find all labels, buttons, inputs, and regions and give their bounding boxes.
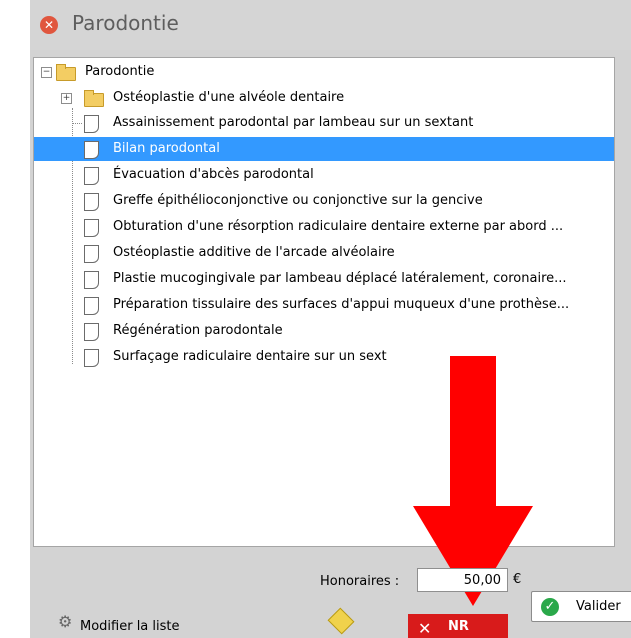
title-bar: ✕ Parodontie	[30, 0, 631, 50]
nr-button[interactable]: ✕ NR	[408, 614, 508, 638]
tree-branch-line	[72, 123, 82, 124]
tree-item-label: Plastie mucogingivale par lambeau déplac…	[113, 271, 567, 286]
tree-item-label: Obturation d'une résorption radiculaire …	[113, 219, 564, 234]
tree-item[interactable]: Greffe épithélioconjonctive ou conjoncti…	[34, 189, 614, 213]
tree-root-label: Parodontie	[85, 64, 155, 79]
window-title: Parodontie	[72, 11, 179, 35]
open-folder-icon	[56, 64, 76, 81]
nr-label: NR	[448, 619, 469, 634]
validate-label: Valider	[576, 599, 621, 614]
document-icon	[84, 271, 99, 289]
tree-item-label: Surfaçage radiculaire dentaire sur un se…	[113, 349, 387, 364]
tree-item-label: Régénération parodontale	[113, 323, 283, 338]
folder-icon	[84, 90, 104, 107]
tools-icon[interactable]: ⚙	[58, 612, 78, 631]
tree-item[interactable]: Évacuation d'abcès parodontal	[34, 163, 614, 187]
eraser-icon[interactable]	[327, 607, 355, 635]
currency-label: €	[513, 572, 522, 587]
tree-item-selected[interactable]: Bilan parodontal	[34, 137, 614, 161]
tree-item[interactable]: Plastie mucogingivale par lambeau déplac…	[34, 267, 614, 291]
expand-icon[interactable]: +	[61, 93, 72, 104]
fee-input[interactable]: 50,00	[417, 568, 508, 592]
validate-button[interactable]: ✓ Valider	[531, 591, 631, 622]
tree-item[interactable]: Obturation d'une résorption radiculaire …	[34, 215, 614, 239]
document-icon	[84, 115, 99, 133]
document-icon	[84, 193, 99, 211]
tree-root[interactable]: − Parodontie	[34, 60, 614, 84]
tree-item[interactable]: Préparation tissulaire des surfaces d'ap…	[34, 293, 614, 317]
collapse-icon[interactable]: −	[41, 67, 52, 78]
close-icon[interactable]: ✕	[40, 16, 58, 34]
check-icon: ✓	[541, 598, 559, 616]
tree-item-label: Préparation tissulaire des surfaces d'ap…	[113, 297, 570, 312]
dialog-panel: ✕ Parodontie − Parodontie + Ostéoplastie…	[30, 0, 631, 638]
document-icon	[84, 323, 99, 341]
tree-item-label: Bilan parodontal	[113, 141, 220, 156]
tree-item[interactable]: Assainissement parodontal par lambeau su…	[34, 111, 614, 135]
tree-item-label: Ostéoplastie additive de l'arcade alvéol…	[113, 245, 395, 260]
document-icon	[84, 297, 99, 315]
document-icon	[84, 349, 99, 367]
tree-item-label: Greffe épithélioconjonctive ou conjoncti…	[113, 193, 483, 208]
fee-label: Honoraires :	[320, 574, 400, 589]
document-icon	[84, 219, 99, 237]
tree-item[interactable]: Ostéoplastie additive de l'arcade alvéol…	[34, 241, 614, 265]
tree-item-label: Assainissement parodontal par lambeau su…	[113, 115, 474, 130]
tree-item[interactable]: Régénération parodontale	[34, 319, 614, 343]
document-icon	[84, 245, 99, 263]
tree-item-label: Ostéoplastie d'une alvéole dentaire	[113, 90, 345, 105]
close-icon: ✕	[418, 619, 432, 638]
modify-list-link[interactable]: Modifier la liste	[80, 619, 180, 634]
document-icon	[84, 167, 99, 185]
tree-item-folder[interactable]: + Ostéoplastie d'une alvéole dentaire	[34, 86, 614, 110]
document-icon	[84, 141, 99, 159]
tree-item-label: Évacuation d'abcès parodontal	[113, 167, 314, 182]
